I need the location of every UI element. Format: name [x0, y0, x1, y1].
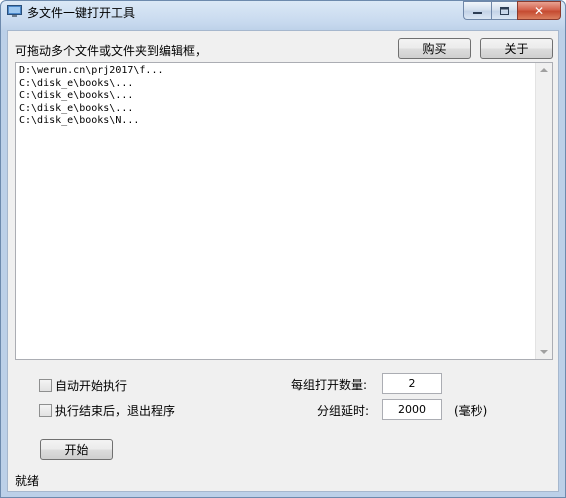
- minimize-icon: [473, 11, 482, 14]
- window-title: 多文件一键打开工具: [27, 6, 136, 20]
- monitor-icon: [7, 5, 22, 17]
- file-line: C:\disk_e\books\...: [19, 102, 134, 114]
- maximize-icon: [500, 6, 509, 15]
- maximize-button[interactable]: [491, 1, 517, 20]
- app-window: 多文件一键打开工具 ✕ 可拖动多个文件或文件夹到编辑框， 购买 关于 D:\we…: [0, 0, 566, 498]
- group-delay-label: 分组延时:: [317, 404, 370, 418]
- delay-unit-label: (毫秒): [454, 404, 488, 418]
- exit-after-label: 执行结束后，退出程序: [55, 404, 176, 418]
- exit-after-option[interactable]: 执行结束后，退出程序: [39, 402, 175, 419]
- scroll-up-icon[interactable]: [540, 68, 548, 72]
- file-lines: D:\werun.cn\prj2017\f... C:\disk_e\books…: [19, 65, 164, 128]
- group-count-input[interactable]: 2: [382, 373, 442, 394]
- exit-after-checkbox[interactable]: [39, 404, 52, 417]
- file-line: C:\disk_e\books\...: [19, 77, 134, 89]
- drag-hint: 可拖动多个文件或文件夹到编辑框，: [15, 44, 208, 58]
- status-text: 就绪: [15, 474, 40, 488]
- vertical-scrollbar[interactable]: [535, 63, 552, 359]
- caption-buttons: ✕: [463, 1, 561, 20]
- file-list-editor[interactable]: D:\werun.cn\prj2017\f... C:\disk_e\books…: [15, 62, 553, 360]
- file-line: D:\werun.cn\prj2017\f...: [19, 65, 164, 76]
- auto-start-label: 自动开始执行: [55, 379, 128, 393]
- auto-start-option[interactable]: 自动开始执行: [39, 377, 127, 394]
- group-count-label: 每组打开数量:: [291, 378, 368, 392]
- title-bar[interactable]: 多文件一键打开工具 ✕: [1, 1, 565, 23]
- close-button[interactable]: ✕: [517, 1, 561, 20]
- minimize-button[interactable]: [463, 1, 491, 20]
- auto-start-checkbox[interactable]: [39, 379, 52, 392]
- file-line: C:\disk_e\books\...: [19, 90, 134, 101]
- close-icon: ✕: [533, 3, 545, 18]
- scroll-down-icon[interactable]: [540, 350, 548, 354]
- file-line: C:\disk_e\books\N...: [19, 115, 140, 126]
- client-area: 可拖动多个文件或文件夹到编辑框， 购买 关于 D:\werun.cn\prj20…: [7, 30, 559, 492]
- group-delay-input[interactable]: 2000: [382, 399, 442, 420]
- about-button[interactable]: 关于: [480, 38, 553, 59]
- start-button[interactable]: 开始: [40, 439, 113, 460]
- buy-button[interactable]: 购买: [398, 38, 471, 59]
